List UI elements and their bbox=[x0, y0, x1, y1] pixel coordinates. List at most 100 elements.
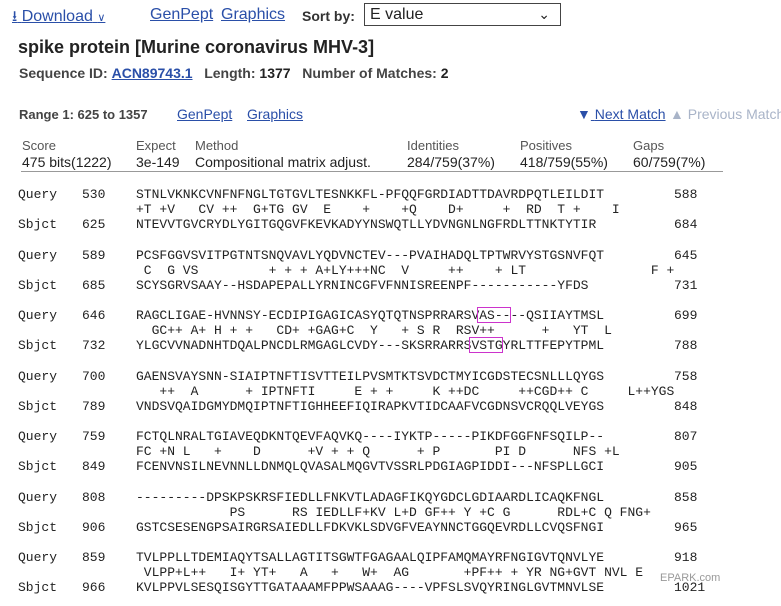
seqid-link[interactable]: ACN89743.1 bbox=[112, 65, 193, 81]
sbjct-start: 789 bbox=[82, 398, 106, 414]
sbjct-seq: KVLPPVLSESQISGYTTGATAAAMFPPWSAAAG----VPF… bbox=[136, 580, 605, 595]
sbjct-label: Sbjct bbox=[18, 459, 58, 474]
query-start: 646 bbox=[82, 308, 106, 323]
sbjct-seq: YLGCVVNADNHTDQALPNCDLRMGAGLCVDY---SKSRRA… bbox=[136, 338, 605, 353]
expect-value: 3e-149 bbox=[136, 154, 180, 170]
query-start: 759 bbox=[82, 429, 106, 444]
query-label: Query bbox=[18, 247, 58, 263]
watermark: EPARK.com bbox=[660, 572, 721, 584]
length-label: Length: bbox=[204, 65, 256, 81]
method-value: Compositional matrix adjust. bbox=[195, 154, 371, 170]
query-label: Query bbox=[18, 308, 58, 323]
triangle-down-icon: ▼ bbox=[577, 106, 591, 122]
matches-value: 2 bbox=[440, 65, 449, 81]
query-label: Query bbox=[18, 550, 58, 565]
sbjct-seq: GSTCSESENGPSAIRGRSAIEDLLFDKVKLSDVGFVEAYN… bbox=[136, 519, 605, 535]
sbjct-end: 788 bbox=[674, 338, 698, 353]
sbjct-start: 849 bbox=[82, 459, 106, 474]
query-end: 588 bbox=[674, 187, 698, 202]
query-seq: TVLPPLLTDEMIAQYTSALLAGTITSGWTFGAGAALQIPF… bbox=[136, 550, 605, 565]
sbjct-start: 625 bbox=[82, 217, 106, 232]
sbjct-start: 732 bbox=[82, 338, 106, 353]
sequence-meta: Sequence ID: ACN89743.1 Length: 1377 Num… bbox=[19, 65, 449, 81]
sbjct-label: Sbjct bbox=[18, 580, 58, 595]
query-end: 699 bbox=[674, 308, 698, 323]
query-seq: RAGCLIGAE-HVNNSY-ECDIPIGAGICASYQTQTNSPRR… bbox=[136, 308, 605, 323]
score-value: 475 bits(1222) bbox=[22, 154, 112, 170]
sbjct-start: 906 bbox=[82, 519, 106, 535]
sbjct-seq: NTEVVTGVCRYDLYGITGQGVFKEVKADYYNSWQTLLYDV… bbox=[136, 217, 597, 232]
query-end: 807 bbox=[674, 429, 698, 444]
sbjct-label: Sbjct bbox=[18, 277, 58, 293]
sbjct-end: 684 bbox=[674, 217, 698, 232]
range-graphics-link[interactable]: Graphics bbox=[247, 106, 303, 122]
download-icon: ⭳ bbox=[12, 8, 18, 25]
identities-header: Identities bbox=[407, 138, 460, 153]
download-menu[interactable]: ⭳ Download ∨ bbox=[12, 6, 105, 31]
match-seq: VLPP+L++ I+ YT+ A + W+ AG +PF++ + YR NG+… bbox=[136, 565, 644, 580]
chevron-down-icon: ∨ bbox=[97, 12, 106, 24]
range-genpept-link[interactable]: GenPept bbox=[177, 106, 232, 122]
sbjct-end: 905 bbox=[674, 459, 698, 474]
previous-match-link[interactable]: ▲ Previous Match bbox=[670, 106, 781, 122]
length-value: 1377 bbox=[259, 65, 291, 81]
sort-by-label: Sort by: bbox=[302, 8, 355, 24]
sbjct-end: 848 bbox=[674, 398, 698, 414]
query-start: 859 bbox=[82, 550, 106, 565]
sort-select[interactable]: E value ⌄ bbox=[364, 3, 561, 26]
positives-value: 418/759(55%) bbox=[520, 154, 608, 170]
query-label: Query bbox=[18, 187, 58, 202]
triangle-up-icon: ▲ bbox=[670, 106, 684, 122]
match-seq: C G VS + + + A+LY+++NC V ++ + LT F + bbox=[136, 262, 675, 278]
cleavage-site-highlight bbox=[477, 307, 511, 323]
score-header: Score bbox=[22, 138, 56, 153]
query-end: 645 bbox=[674, 247, 698, 263]
download-label: Download bbox=[21, 8, 93, 25]
next-match-link[interactable]: ▼ Next Match bbox=[577, 106, 666, 122]
query-label: Query bbox=[18, 368, 58, 384]
sbjct-end: 965 bbox=[674, 519, 698, 535]
gaps-value: 60/759(7%) bbox=[633, 154, 706, 170]
query-seq: ---------DPSKPSKRSFIEDLLFNKVTLADAGFIKQYG… bbox=[136, 489, 605, 505]
previous-match-label: Previous Match bbox=[687, 106, 781, 122]
next-match-label: Next Match bbox=[594, 106, 666, 122]
match-seq: FC +N L + D +V + + Q + P PI D NFS +L bbox=[136, 444, 620, 459]
page-title: spike protein [Murine coronavirus MHV-3] bbox=[18, 37, 375, 57]
identities-value: 284/759(37%) bbox=[407, 154, 495, 170]
genpept-link[interactable]: GenPept bbox=[150, 6, 213, 24]
sbjct-start: 685 bbox=[82, 277, 106, 293]
method-header: Method bbox=[195, 138, 239, 153]
sbjct-label: Sbjct bbox=[18, 338, 58, 353]
match-seq: GC++ A+ H + + CD+ +GAG+C Y + S R RSV++ +… bbox=[136, 323, 612, 338]
query-start: 589 bbox=[82, 247, 106, 263]
query-seq: PCSFGGVSVITPGTNTSNQVAVLYQDVNCTEV---PVAIH… bbox=[136, 247, 605, 263]
match-seq: PS RS IEDLLF+KV L+D GF++ Y +C G RDL+C Q … bbox=[136, 504, 651, 520]
expect-header: Expect bbox=[136, 138, 176, 153]
query-start: 700 bbox=[82, 368, 106, 384]
query-label: Query bbox=[18, 429, 58, 444]
match-seq: ++ A + IPTNFTI E + + K ++DC ++CGD++ C L+… bbox=[136, 383, 675, 399]
sbjct-seq: SCYSGRVSAAY--HSDAPEPALLYRNINCGFVFNNISREE… bbox=[136, 277, 589, 293]
matches-label: Number of Matches: bbox=[302, 65, 437, 81]
sbjct-label: Sbjct bbox=[18, 398, 58, 414]
query-start: 808 bbox=[82, 489, 106, 505]
query-label: Query bbox=[18, 489, 58, 505]
query-seq: FCTQLNRALTGIAVEQDKNTQEVFAQVKQ----IYKTP--… bbox=[136, 429, 605, 444]
sbjct-start: 966 bbox=[82, 580, 106, 595]
chevron-down-icon: ⌄ bbox=[538, 6, 550, 22]
sbjct-label: Sbjct bbox=[18, 217, 58, 232]
query-start: 530 bbox=[82, 187, 106, 202]
sbjct-label: Sbjct bbox=[18, 519, 58, 535]
query-seq: GAENSVAYSNN-SIAIPTNFTISVTTEILPVSMTKTSVDC… bbox=[136, 368, 605, 384]
sort-select-value: E value bbox=[370, 6, 424, 23]
cleavage-site-highlight bbox=[469, 337, 503, 353]
gaps-header: Gaps bbox=[633, 138, 665, 153]
sbjct-seq: VNDSVQAIDGMYDMQIPTNFTIGHHEEFIQIRAPKVTIDC… bbox=[136, 398, 605, 414]
graphics-link[interactable]: Graphics bbox=[221, 6, 285, 24]
query-end: 918 bbox=[674, 550, 698, 565]
query-end: 758 bbox=[674, 368, 698, 384]
match-seq: +T +V CV ++ G+TG GV E + +Q D+ + RD T + I bbox=[136, 202, 620, 217]
sbjct-end: 731 bbox=[674, 277, 698, 293]
score-table: Score Expect Method Identities Positives… bbox=[21, 137, 723, 172]
query-seq: STNLVKNKCVNFNFNGLTGTGVLTESNKKFL-PFQQFGRD… bbox=[136, 187, 605, 202]
